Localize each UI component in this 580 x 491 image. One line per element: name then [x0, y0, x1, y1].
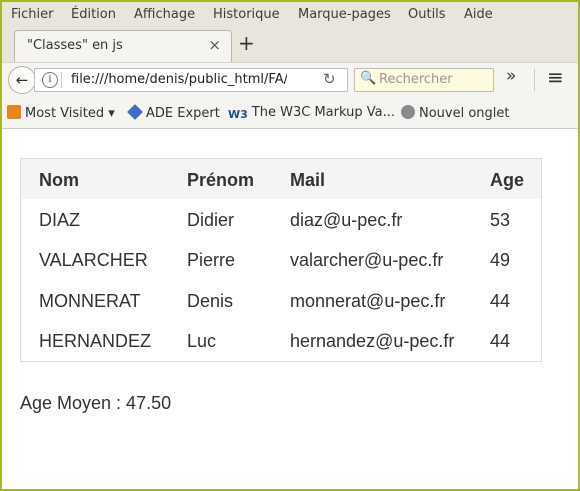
cell-age: 53	[490, 210, 511, 230]
back-button[interactable]: ←	[8, 66, 36, 94]
header-mail: Mail	[290, 170, 326, 190]
cell-nom: HERNANDEZ	[39, 331, 152, 351]
header-prenom: Prénom	[187, 170, 255, 190]
bookmark-ade-expert[interactable]: ADE Expert	[127, 104, 220, 121]
globe-icon	[401, 105, 415, 119]
menu-outils[interactable]: Outils	[408, 7, 446, 22]
cell-mail: monnerat@u-pec.fr	[290, 291, 446, 311]
cell-age: 49	[490, 250, 511, 270]
tab-classes-en-js[interactable]: "Classes" en js ×	[14, 30, 232, 63]
search-placeholder: Rechercher	[379, 72, 453, 87]
cell-mail: hernandez@u-pec.fr	[290, 331, 455, 351]
new-tab-icon[interactable]: +	[238, 31, 255, 55]
close-tab-icon[interactable]: ×	[208, 36, 221, 54]
cell-prenom: Didier	[187, 210, 235, 230]
w3c-logo-icon: W3	[228, 108, 248, 121]
bookmark-label: Nouvel onglet	[419, 106, 510, 121]
search-icon: 🔍	[360, 71, 377, 86]
cell-prenom: Luc	[187, 331, 217, 351]
chevron-down-icon: ▾	[104, 106, 115, 121]
cell-mail: valarcher@u-pec.fr	[290, 250, 444, 270]
bookmark-label: The W3C Markup Va...	[251, 105, 395, 120]
table-header: Nom Prénom Mail Age	[21, 159, 541, 199]
navigation-bar: ← i file:///home/denis/public_html/FA/p …	[2, 62, 578, 97]
header-age: Age	[490, 170, 525, 190]
cell-nom: VALARCHER	[39, 250, 148, 270]
cell-prenom: Pierre	[187, 250, 236, 270]
cell-nom: MONNERAT	[39, 291, 141, 311]
menu-affichage[interactable]: Affichage	[134, 7, 195, 22]
hamburger-menu-icon[interactable]: ≡	[547, 65, 564, 89]
tab-strip: "Classes" en js × +	[2, 28, 578, 63]
menu-edition[interactable]: Édition	[71, 7, 116, 22]
menu-aide[interactable]: Aide	[464, 7, 493, 22]
cell-mail: diaz@u-pec.fr	[290, 210, 403, 230]
toolbar-separator	[534, 69, 535, 91]
bookmark-most-visited[interactable]: Most Visited ▾	[7, 105, 115, 121]
info-icon[interactable]: i	[42, 72, 58, 88]
average-age-text: Age Moyen : 47.50	[20, 393, 172, 413]
url-text[interactable]: file:///home/denis/public_html/FA/p	[71, 72, 287, 87]
bookmark-label: Most Visited	[25, 106, 105, 121]
page-content: Nom Prénom Mail Age DIAZ Didier diaz@u-p…	[2, 129, 578, 489]
bookmarks-bar: Most Visited ▾ ADE Expert W3 The W3C Mark…	[2, 96, 578, 129]
url-separator	[61, 72, 62, 88]
bookmark-w3c-validator[interactable]: W3 The W3C Markup Va...	[228, 105, 395, 122]
menu-fichier[interactable]: Fichier	[11, 7, 54, 22]
cell-nom: DIAZ	[39, 210, 81, 230]
menu-marque-pages[interactable]: Marque-pages	[298, 7, 391, 22]
header-nom: Nom	[39, 170, 79, 190]
bookmark-label: ADE Expert	[146, 106, 220, 121]
menu-bar: Fichier Édition Affichage Historique Mar…	[2, 2, 578, 28]
reload-icon[interactable]: ↻	[323, 70, 336, 88]
bookmark-nouvel-onglet[interactable]: Nouvel onglet	[401, 105, 510, 121]
folder-icon	[7, 105, 21, 119]
tab-title: "Classes" en js	[27, 38, 123, 53]
browser-window: Fichier Édition Affichage Historique Mar…	[0, 0, 580, 491]
ade-logo-icon	[127, 104, 143, 120]
back-arrow-icon: ←	[15, 71, 29, 89]
cell-age: 44	[490, 291, 511, 311]
menu-historique[interactable]: Historique	[213, 7, 280, 22]
url-bar[interactable]: i file:///home/denis/public_html/FA/p ↻	[34, 68, 348, 92]
overflow-menu-icon[interactable]: »	[506, 66, 516, 86]
cell-prenom: Denis	[187, 291, 234, 311]
students-table: Nom Prénom Mail Age DIAZ Didier diaz@u-p…	[20, 158, 542, 362]
cell-age: 44	[490, 331, 511, 351]
search-input[interactable]: 🔍 Rechercher	[354, 68, 494, 92]
